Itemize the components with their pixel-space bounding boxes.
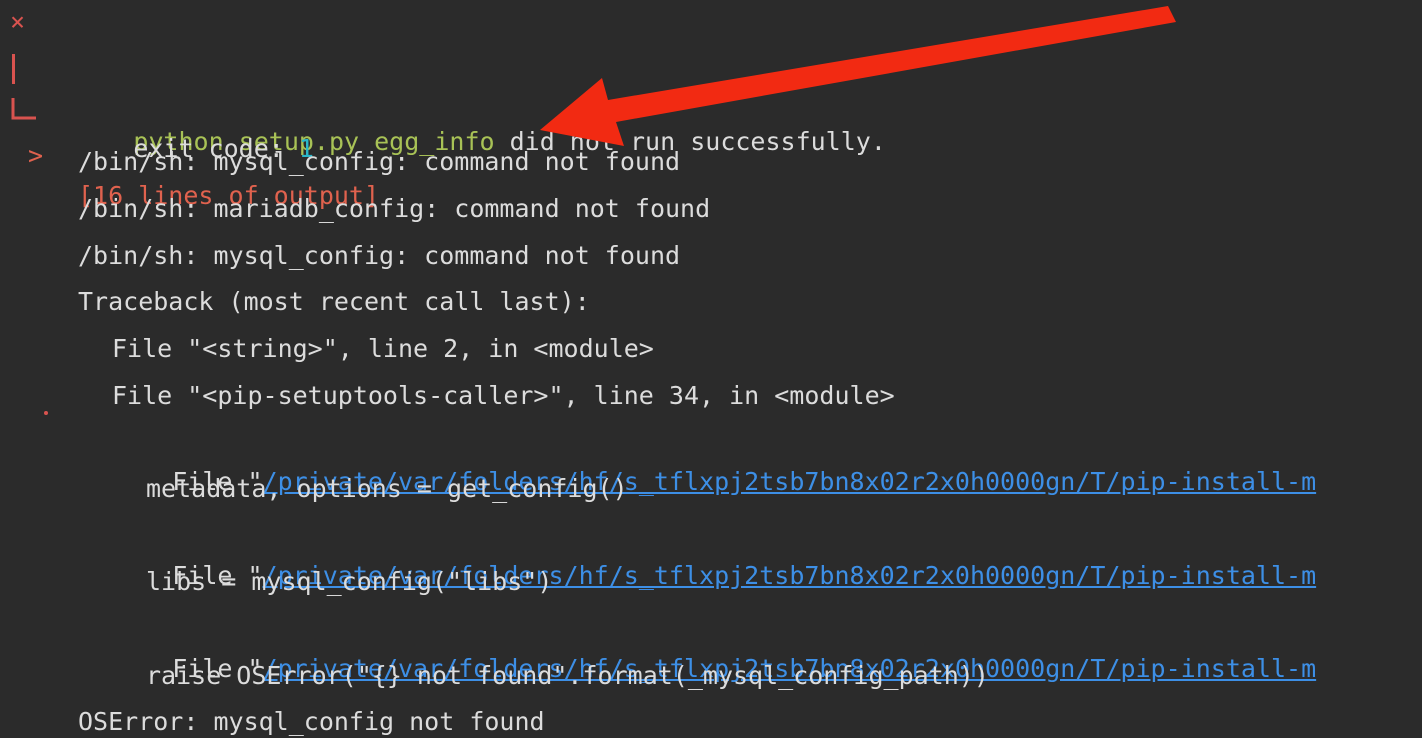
output-line: /bin/sh: mysql_config: command not found <box>78 147 681 176</box>
traceback-code: libs = mysql_config("libs") <box>146 567 553 596</box>
exit-code-line: exit code: 1 <box>0 49 314 163</box>
traceback-frame: File "/private/var/folders/hf/s_tflxpj2t… <box>112 609 1316 683</box>
gutter-dot <box>44 411 48 415</box>
output-line: /bin/sh: mariadb_config: command not fou… <box>78 194 711 223</box>
output-line: /bin/sh: mysql_config: command not found <box>78 241 681 270</box>
error-header-line: × python setup.py egg_info did not run s… <box>0 2 886 156</box>
output-arrow-icon: > <box>28 141 44 170</box>
traceback-frame: File "<pip-setuptools-caller>", line 34,… <box>112 381 895 410</box>
final-error: OSError: mysql_config not found <box>78 707 545 736</box>
traceback-header: Traceback (most recent call last): <box>78 287 590 316</box>
terminal-output: × python setup.py egg_info did not run s… <box>0 0 1422 738</box>
output-count-line: > [16 lines of output] <box>0 96 379 210</box>
traceback-frame: File "/private/var/folders/hf/s_tflxpj2t… <box>112 422 1316 496</box>
traceback-code: metadata, options = get_config() <box>146 474 628 503</box>
traceback-frame: File "/private/var/folders/hf/s_tflxpj2t… <box>112 516 1316 590</box>
traceback-code: raise OSError("{} not found".format(_mys… <box>146 661 989 690</box>
traceback-frame: File "<string>", line 2, in <module> <box>112 334 654 363</box>
error-x-icon: × <box>10 7 26 36</box>
